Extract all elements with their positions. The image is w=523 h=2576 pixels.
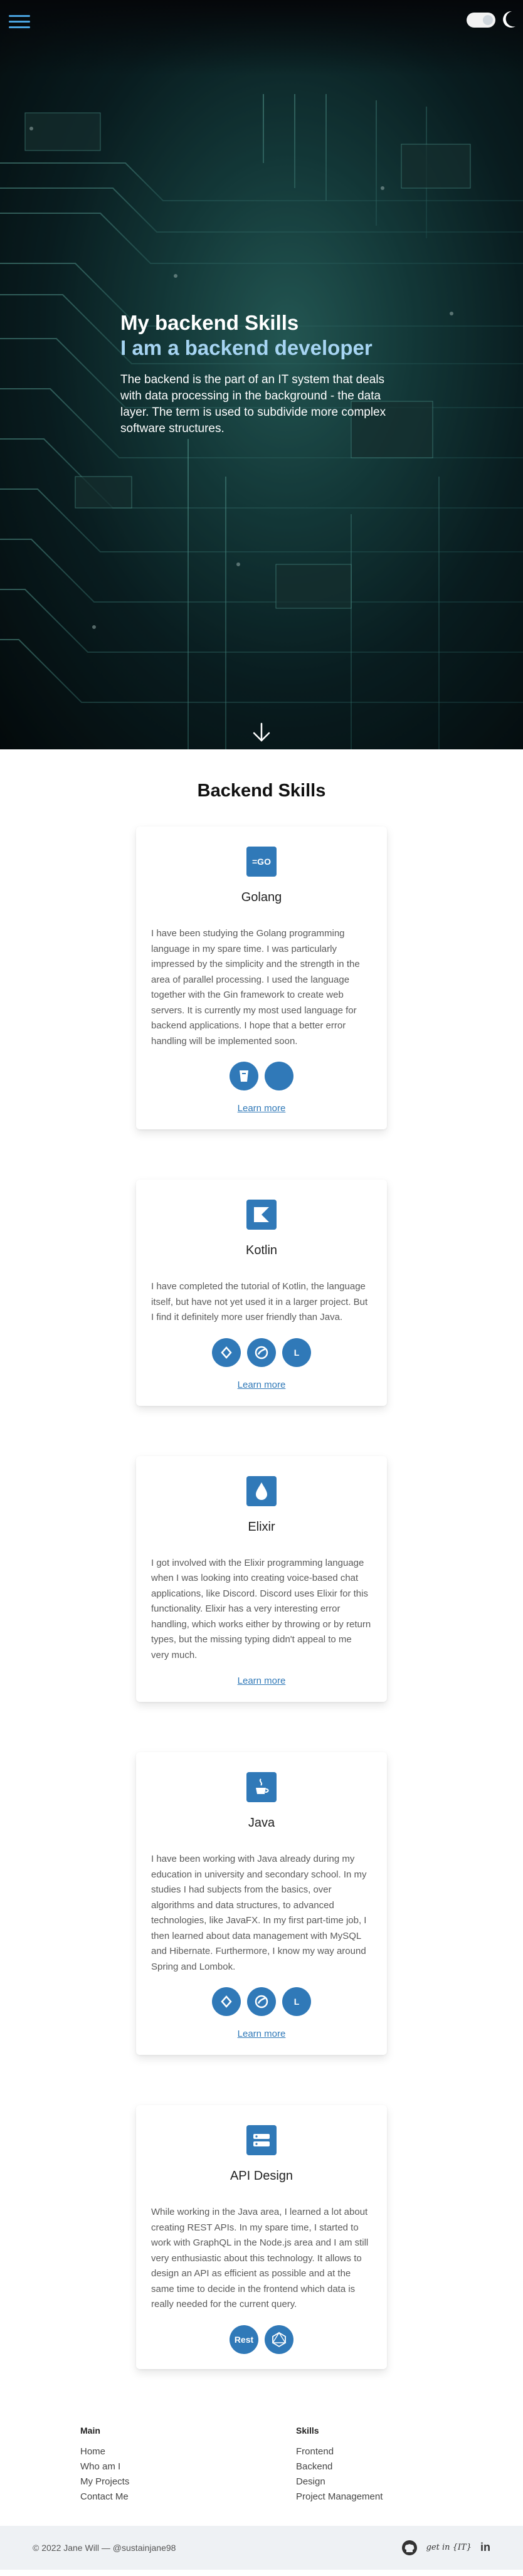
learn-more-link[interactable]: Learn more	[238, 1103, 286, 1114]
footer-link-backend[interactable]: Backend	[296, 2459, 383, 2474]
card-text: I have been working with Java already du…	[151, 1854, 367, 1972]
card-title: Elixir	[248, 1519, 275, 1534]
toggle-switch-icon[interactable]	[467, 13, 495, 28]
golang-gopher-icon: =GO	[246, 847, 277, 877]
hero-section: My backend Skills I am a backend develop…	[0, 0, 523, 749]
learn-more-link[interactable]: Learn more	[238, 1380, 286, 1390]
lombok-icon[interactable]: L	[282, 1987, 311, 2016]
hamburger-menu-icon[interactable]	[9, 15, 30, 31]
kotlin-icon	[246, 1200, 277, 1230]
footer: Main Home Who am I My Projects Contact M…	[0, 2419, 523, 2576]
hero-text-block: My backend Skills I am a backend develop…	[120, 310, 403, 437]
hero-description: The backend is the part of an IT system …	[120, 373, 386, 435]
footer-link-home[interactable]: Home	[80, 2444, 129, 2459]
footer-heading: Main	[80, 2425, 100, 2436]
card-title: API Design	[230, 2169, 293, 2183]
lombok-icon[interactable]: L	[282, 1338, 311, 1367]
elixir-drop-icon	[246, 1475, 277, 1506]
get-in-it-logo-icon[interactable]: get in {IT}	[426, 2543, 472, 2552]
skill-card-elixir: Elixir I got involved with the Elixir pr…	[136, 1455, 387, 1702]
footer-link-contact-me[interactable]: Contact Me	[80, 2489, 129, 2505]
spring-icon[interactable]	[247, 1338, 276, 1367]
svg-text:=GO: =GO	[252, 857, 271, 867]
badge-row	[151, 1062, 372, 1090]
github-icon[interactable]	[401, 2540, 418, 2556]
hero-title: My backend Skills	[120, 311, 299, 334]
hero-top-fade	[0, 0, 523, 75]
badge-row: L	[151, 1338, 372, 1367]
card-text: While working in the Java area, I learne…	[151, 2207, 369, 2309]
badge-icon[interactable]	[265, 1062, 293, 1090]
badge-row: Rest	[151, 2325, 372, 2354]
footer-link-my-projects[interactable]: My Projects	[80, 2474, 129, 2489]
card-text: I got involved with the Elixir programmi…	[151, 1557, 371, 1660]
java-cup-icon	[246, 1772, 277, 1802]
learn-more-link[interactable]: Learn more	[238, 2029, 286, 2039]
linkedin-icon[interactable]: in	[480, 2541, 490, 2554]
spring-icon[interactable]	[247, 1987, 276, 2016]
footer-link-frontend[interactable]: Frontend	[296, 2444, 383, 2459]
footer-col-main: Main Home Who am I My Projects Contact M…	[80, 2426, 129, 2505]
gin-icon[interactable]	[230, 1062, 258, 1090]
hero-subtitle: I am a backend developer	[120, 336, 372, 359]
footer-link-project-management[interactable]: Project Management	[296, 2489, 383, 2505]
rest-icon[interactable]: Rest	[230, 2325, 258, 2354]
moon-icon[interactable]	[500, 10, 517, 29]
skill-card-api-design: API Design While working in the Java are…	[136, 2105, 387, 2369]
bottom-bar: © 2022 Jane Will — @sustainjane98 get in…	[0, 2525, 523, 2570]
hibernate-icon[interactable]	[212, 1338, 241, 1367]
social-links: get in {IT} in	[401, 2540, 490, 2556]
section-title: Backend Skills	[197, 781, 326, 801]
skill-card-java: Java I have been working with Java alrea…	[136, 1752, 387, 2055]
skill-card-kotlin: Kotlin I have completed the tutorial of …	[136, 1180, 387, 1406]
card-title: Kotlin	[245, 1243, 278, 1257]
skills-section: Backend Skills =GO Golang I have been st…	[0, 749, 523, 2369]
learn-more-link[interactable]: Learn more	[238, 1676, 286, 1686]
api-server-icon	[246, 2125, 277, 2155]
hibernate-icon[interactable]	[212, 1987, 241, 2016]
badge-row: L	[151, 1987, 372, 2016]
skill-card-golang: =GO Golang I have been studying the Gola…	[136, 826, 387, 1129]
card-title: Golang	[241, 890, 282, 904]
footer-link-who-am-i[interactable]: Who am I	[80, 2459, 129, 2474]
copyright: © 2022 Jane Will — @sustainjane98	[33, 2542, 176, 2553]
arrow-down-icon[interactable]	[250, 721, 273, 744]
footer-heading: Skills	[296, 2425, 319, 2436]
card-title: Java	[248, 1816, 275, 1830]
card-text: I have completed the tutorial of Kotlin,…	[151, 1281, 368, 1322]
graphql-icon[interactable]	[265, 2325, 293, 2354]
footer-link-design[interactable]: Design	[296, 2474, 383, 2489]
footer-col-skills: Skills Frontend Backend Design Project M…	[296, 2426, 383, 2505]
card-text: I have been studying the Golang programm…	[151, 928, 360, 1047]
